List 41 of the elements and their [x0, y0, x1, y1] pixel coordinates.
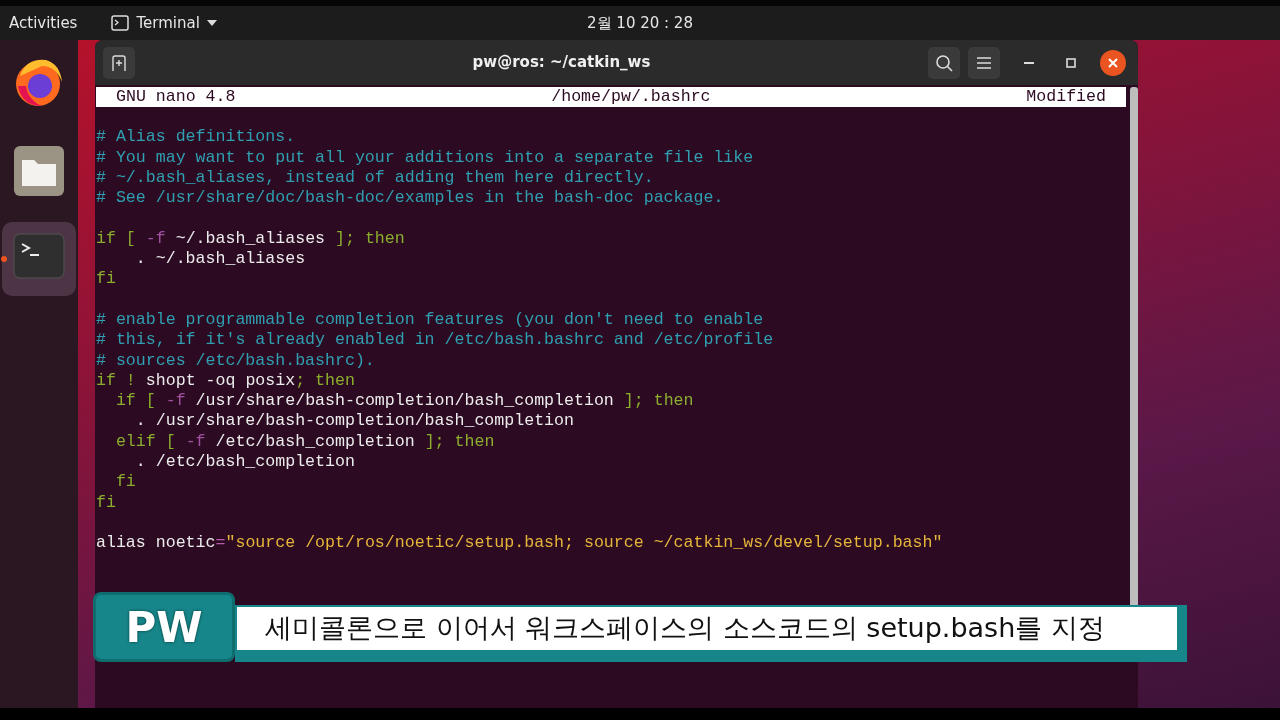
- modified-status: Modified: [1026, 87, 1106, 107]
- code-line: alias noetic="source /opt/ros/noetic/setup.bash; source ~/catkin_ws/devel/setup.bash": [96, 533, 944, 554]
- folder-icon: [12, 144, 66, 198]
- window-title: pw@ros: ~/catkin_ws: [471, 52, 652, 74]
- code-line: # See /usr/share/doc/bash-doc/examples in the bash-doc package.: [96, 188, 725, 209]
- close-button[interactable]: [1100, 49, 1126, 76]
- code-line: fi: [114, 472, 137, 493]
- code-line: fi: [96, 269, 117, 290]
- code-line: # Alias definitions.: [96, 127, 297, 148]
- scrollbar[interactable]: [1130, 87, 1138, 607]
- code-line: if ! shopt -oq posix; then: [96, 370, 356, 392]
- caption-text: 세미콜론으로 이어서 워크스페이스의 소스코드의 setup.bash를 지정: [237, 607, 1177, 650]
- menu-button[interactable]: [968, 46, 1000, 79]
- search-icon: [935, 53, 953, 72]
- maximize-icon: [1066, 57, 1076, 68]
- code-line: # this, if it's already enabled in /etc/bash.bashrc and /etc/profile: [96, 330, 775, 351]
- code-line: # enable programmable completion features (you don't need to enable: [96, 309, 765, 331]
- code-line: # sources /etc/bash.bashrc).: [96, 350, 376, 371]
- caret-icon: [206, 20, 217, 26]
- code-line: fi: [96, 492, 117, 513]
- app-menu[interactable]: Terminal: [102, 6, 226, 40]
- editor-version: GNU nano 4.8: [116, 87, 236, 107]
- code-line: if [ -f /usr/share/bash-completion/bash_completion ]; then: [114, 391, 695, 412]
- menu-icon: [976, 55, 992, 70]
- code-line: . /etc/bash_completion: [134, 452, 356, 473]
- close-icon: [1108, 57, 1118, 68]
- file-path: /home/pw/.bashrc: [551, 87, 711, 107]
- activities-button[interactable]: Activities: [0, 6, 87, 40]
- code-line: . /usr/share/bash-completion/bash_completion: [134, 411, 575, 432]
- code-line: if [ -f ~/.bash_aliases ]; then: [96, 228, 406, 250]
- new-tab-button[interactable]: [103, 46, 135, 79]
- search-button[interactable]: [928, 46, 960, 79]
- minimize-icon: [1024, 60, 1034, 65]
- channel-logo: PW: [93, 592, 235, 662]
- code-line: # ~/.bash_aliases, instead of adding them here directly.: [96, 167, 655, 189]
- new-tab-icon: [110, 53, 128, 72]
- terminal-icon: [111, 15, 130, 31]
- code-line: # You may want to put all your additions into a separate file like: [96, 147, 755, 168]
- code-line: . ~/.bash_aliases: [134, 249, 307, 270]
- clock[interactable]: 2월 10 20 : 28: [578, 6, 702, 40]
- code-line: elif [ -f /etc/bash_completion ]; then: [114, 431, 496, 453]
